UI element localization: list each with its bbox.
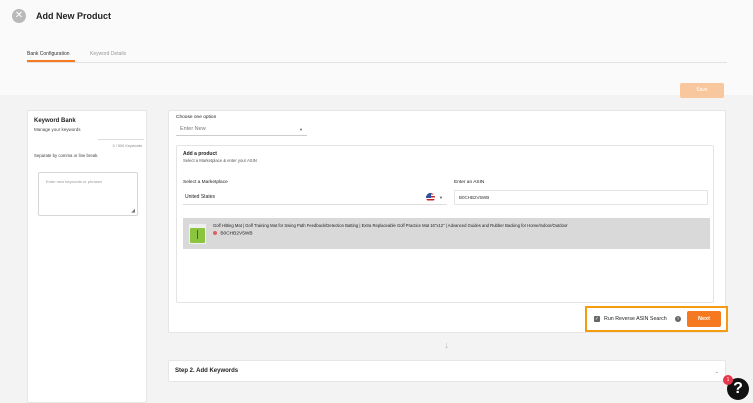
product-asin: B0CHB2V5WB — [213, 231, 253, 236]
keyword-input[interactable]: Enter new keywords or phrases ◢ — [38, 172, 138, 216]
separator-hint: Separate by comma or line break. — [34, 153, 99, 158]
step2-panel[interactable]: Step 2. Add Keywords ⌄ — [168, 360, 726, 382]
product-title: Golf Hitting Mat | Golf Training Mat for… — [213, 223, 568, 228]
add-product-card: Add a product Select a Marketplace & ent… — [176, 145, 714, 303]
keyword-count-progress — [98, 139, 144, 140]
chevron-down-icon: ▼ — [299, 127, 303, 132]
marketplace-select[interactable]: United States ▼ — [183, 190, 447, 205]
info-icon[interactable]: ? — [675, 316, 681, 322]
product-result-row[interactable]: Golf Hitting Mat | Golf Training Mat for… — [183, 218, 710, 249]
marketplace-value: United States — [185, 194, 216, 200]
tab-divider — [27, 62, 727, 63]
chevron-down-icon: ⌄ — [714, 369, 719, 375]
marketplace-dot-icon — [213, 231, 217, 235]
chevron-down-icon: ▼ — [439, 195, 443, 200]
step2-title: Step 2. Add Keywords — [175, 368, 239, 374]
keyword-input-placeholder: Enter new keywords or phrases — [46, 179, 103, 184]
next-button[interactable]: Next — [687, 311, 721, 327]
asin-input[interactable]: B0CHB2V5WB — [454, 190, 708, 205]
asin-label: Enter an ASIN — [454, 180, 485, 185]
us-flag-icon — [426, 193, 435, 202]
tab-keyword-details[interactable]: Keyword Details — [90, 51, 126, 57]
product-image — [189, 224, 206, 244]
page-title: Add New Product — [36, 11, 112, 21]
tab-bank-configuration[interactable]: Bank Configuration — [27, 51, 70, 57]
keyword-bank-subtitle: Manage your keywords — [34, 127, 81, 132]
product-asin-text: B0CHB2V5WB — [220, 231, 253, 237]
choose-option-select[interactable]: Enter New ▼ — [176, 123, 307, 136]
choose-option-label: Choose one option — [176, 115, 217, 120]
arrow-down-icon: ↓ — [444, 340, 449, 351]
close-icon[interactable]: ✕ — [12, 9, 26, 23]
top-bar: ✕ Add New Product Bank Configuration Key… — [0, 0, 753, 95]
marketplace-label: Select a Marketplace — [183, 180, 228, 185]
keyword-bank-title: Keyword Bank — [34, 118, 76, 124]
reverse-asin-checkbox[interactable]: ✓ — [594, 316, 600, 322]
choose-option-value: Enter New — [180, 126, 206, 132]
add-product-subtitle: Select a Marketplace & enter your ASIN — [183, 158, 257, 163]
step1-panel: Choose one option Enter New ▼ Add a prod… — [168, 110, 728, 333]
resize-handle-icon[interactable]: ◢ — [131, 208, 135, 214]
notification-badge: 1 — [723, 375, 733, 385]
step1-actions: ✓ Run Reverse ASIN Search ? Next — [585, 306, 728, 332]
save-button[interactable]: Save — [680, 83, 724, 98]
reverse-asin-label: Run Reverse ASIN Search — [604, 316, 667, 322]
add-product-title: Add a product — [183, 151, 217, 157]
keyword-bank-panel: Keyword Bank Manage your keywords 0 / 50… — [27, 110, 147, 403]
keyword-count: 0 / 500 Keywords — [112, 144, 142, 148]
